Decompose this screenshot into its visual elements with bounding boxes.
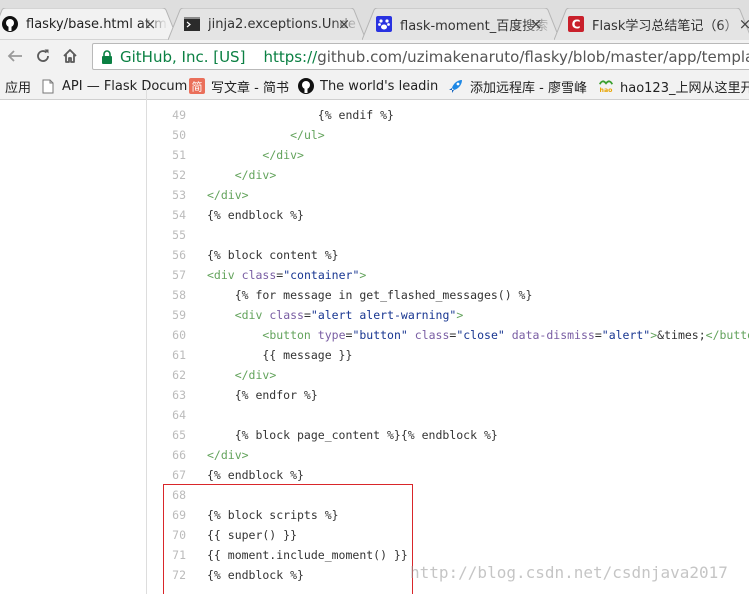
line-number[interactable]: 49 [146,105,186,125]
line-code: {% for message in get_flashed_messages()… [207,288,533,302]
code-line: 51 </div> [146,145,749,165]
code-line: 52 </div> [146,165,749,185]
back-arrow-icon[interactable] [5,46,25,66]
close-icon[interactable]: × [142,15,158,33]
code-line: 67 {% endblock %} [146,465,749,485]
code-line: 55 [146,225,749,245]
tab-jinja2-exceptions[interactable]: jinja2.exceptions.Unde × [170,8,362,40]
line-code: {% endblock %} [207,468,304,482]
url-scheme: https:// [263,47,318,66]
code-line: 65 {% block page_content %}{% endblock %… [146,425,749,445]
code-line: 66 </div> [146,445,749,465]
code-line: 54 {% endblock %} [146,205,749,225]
svg-text:C: C [572,18,581,32]
github-icon [2,16,18,32]
line-code: </div> [234,168,277,182]
line-number[interactable]: 65 [146,425,186,445]
close-icon[interactable]: × [336,15,352,33]
reload-icon[interactable] [33,46,53,66]
line-code: <div class="alert alert-warning"> [234,308,464,322]
line-code: <div class="container"> [207,268,367,282]
line-number[interactable]: 53 [146,185,186,205]
line-code: {% endblock %} [207,208,304,222]
code-viewer: 49 {% endif %} 50 </ul> 51 </div> 52 </div>… [0,88,749,594]
line-number[interactable]: 63 [146,385,186,405]
line-code: <button type="button" class="close" data… [262,328,749,342]
line-code: {% endfor %} [207,388,318,402]
baidu-paw-icon [376,16,392,32]
line-number[interactable]: 56 [146,245,186,265]
tab-strip: flasky/base.html at ma × jinja2.exceptio… [0,0,749,40]
line-number[interactable]: 60 [146,325,186,345]
close-icon[interactable]: × [737,15,749,33]
code-line: 58 {% for message in get_flashed_message… [146,285,749,305]
watermark: http://blog.csdn.net/csdnjava2017 [410,563,728,582]
line-code: {% endif %} [207,108,394,122]
code-line: 53 </div> [146,185,749,205]
line-code: </div> [207,188,249,202]
highlight-box [163,484,413,594]
bookmark-apps[interactable]: 应用 [0,77,32,96]
line-number[interactable]: 59 [146,305,186,325]
code-line: 56 {% block content %} [146,245,749,265]
line-number[interactable]: 62 [146,365,186,385]
csdn-icon: C [568,16,584,32]
line-code: </ul> [290,128,325,142]
home-icon[interactable] [60,46,80,66]
url-text: github.com/uzimakenaruto/flasky/blob/mas… [317,47,749,66]
line-number[interactable]: 58 [146,285,186,305]
line-number[interactable]: 52 [146,165,186,185]
line-number[interactable]: 51 [146,145,186,165]
line-code: </div> [234,368,277,382]
code-line: 64 [146,405,749,425]
line-code: </div> [207,448,249,462]
line-code: {% block content %} [207,248,339,262]
code-line: 59 <div class="alert alert-warning"> [146,305,749,325]
line-number[interactable]: 66 [146,445,186,465]
bookmark-label: 应用 [5,80,32,96]
code-line: 62 </div> [146,365,749,385]
code-line: 49 {% endif %} [146,105,749,125]
address-bar[interactable]: GitHub, Inc. [US] https://github.com/uzi… [92,43,749,70]
code-line: 61 {{ message }} [146,345,749,365]
site-identity[interactable]: GitHub, Inc. [US] [120,48,245,66]
line-number[interactable]: 50 [146,125,186,145]
tab-flasky-base[interactable]: flasky/base.html at ma × [0,8,168,40]
line-number[interactable]: 64 [146,405,186,425]
line-number[interactable]: 67 [146,465,186,485]
close-icon[interactable]: × [528,15,544,33]
tab-flask-notes-csdn[interactable]: C Flask学习总结笔记（6） × [554,8,749,40]
code-line: 60 <button type="button" class="close" d… [146,325,749,345]
line-code: </div> [262,148,304,162]
line-number[interactable]: 54 [146,205,186,225]
line-number[interactable]: 55 [146,225,186,245]
code-line: 50 </ul> [146,125,749,145]
line-number[interactable]: 57 [146,265,186,285]
browser-toolbar: GitHub, Inc. [US] https://github.com/uzi… [0,40,749,72]
code-line: 57 <div class="container"> [146,265,749,285]
line-code: {{ message }} [207,348,353,362]
code-line: 63 {% endfor %} [146,385,749,405]
page-icon [40,78,56,94]
tab-flask-moment-baidu[interactable]: flask-moment_百度搜索 × [362,8,554,40]
lock-icon [101,49,113,64]
terminal-icon [184,16,200,32]
line-code: {% block page_content %}{% endblock %} [207,428,498,442]
line-number[interactable]: 61 [146,345,186,365]
tab-title: Flask学习总结笔记（6） [592,18,738,34]
